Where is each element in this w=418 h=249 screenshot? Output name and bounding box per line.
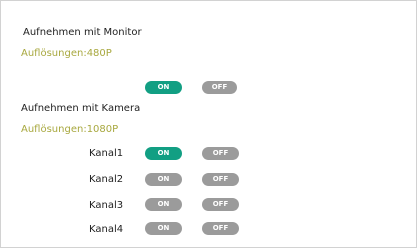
- monitor-resolution: Auflösungen:480P: [21, 48, 112, 59]
- channel-1-label: Kanal1: [89, 148, 124, 159]
- channel-4-on-button[interactable]: ON: [145, 222, 182, 235]
- channel-3-label: Kanal3: [89, 200, 124, 211]
- channel-2-label: Kanal2: [89, 174, 124, 185]
- camera-resolution: Auflösungen:1080P: [21, 124, 119, 135]
- recording-settings-panel: Aufnehmen mit Monitor Auflösungen:480P O…: [0, 0, 417, 248]
- channel-1-on-button[interactable]: ON: [145, 147, 182, 160]
- channel-3-off-button[interactable]: OFF: [202, 198, 239, 211]
- channel-4-off-button[interactable]: OFF: [202, 222, 239, 235]
- channel-2-on-button[interactable]: ON: [145, 173, 182, 186]
- channel-2-off-button[interactable]: OFF: [202, 173, 239, 186]
- monitor-on-button[interactable]: ON: [145, 81, 182, 94]
- monitor-off-button[interactable]: OFF: [202, 81, 237, 94]
- channel-4-label: Kanal4: [89, 224, 124, 235]
- monitor-section-title: Aufnehmen mit Monitor: [23, 27, 142, 38]
- channel-3-on-button[interactable]: ON: [145, 198, 182, 211]
- channel-1-off-button[interactable]: OFF: [202, 147, 239, 160]
- camera-section-title: Aufnehmen mit Kamera: [21, 103, 141, 114]
